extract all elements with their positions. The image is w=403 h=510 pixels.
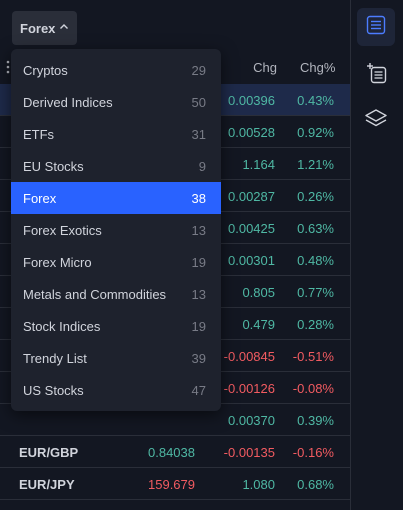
drag-handle-icon[interactable] [6, 60, 10, 77]
last-price-cell: 0.84038 [148, 445, 195, 460]
alerts-list-icon [363, 60, 389, 91]
change-cell: -0.00126 [223, 381, 275, 396]
change-cell: 0.00301 [228, 253, 275, 268]
last-price-cell: 159.679 [148, 477, 195, 492]
app-root: Forex Chg Chg% 0.00396 0.43% 0.00528 0.92% 1… [0, 0, 403, 510]
market-selector-button[interactable]: Forex [12, 11, 78, 45]
dropdown-item-count: 13 [191, 287, 206, 302]
dropdown-item-label: Trendy List [23, 351, 87, 366]
dropdown-item[interactable]: Derived Indices 50 [11, 86, 221, 118]
dropdown-item-label: US Stocks [23, 383, 84, 398]
symbol-cell: EUR/JPY [19, 477, 75, 492]
dropdown-item[interactable]: Forex 38 [11, 182, 221, 214]
dropdown-item-label: Forex [23, 191, 57, 206]
dropdown-item[interactable]: EU Stocks 9 [11, 150, 221, 182]
dropdown-item-count: 50 [191, 95, 206, 110]
change-cell: 0.00425 [228, 221, 275, 236]
change-cell: -0.00135 [223, 445, 275, 460]
change-percent-cell: 0.68% [297, 477, 334, 492]
dropdown-item-count: 19 [191, 255, 206, 270]
table-row[interactable]: EUR/GBP 0.84038 -0.00135 -0.16% [0, 436, 350, 468]
change-cell: 1.164 [242, 157, 275, 172]
change-percent-cell: 0.28% [297, 317, 334, 332]
dropdown-item[interactable]: ETFs 31 [11, 118, 221, 150]
right-toolbar [350, 0, 403, 510]
watchlist-icon [364, 13, 388, 42]
change-cell: 0.00528 [228, 125, 275, 140]
change-cell: 0.00396 [228, 93, 275, 108]
dropdown-item[interactable]: US Stocks 47 [11, 374, 221, 406]
change-percent-cell: -0.16% [292, 445, 334, 460]
chevron-up-icon [59, 23, 69, 34]
change-cell: 1.080 [242, 477, 275, 492]
dropdown-item[interactable]: Stock Indices 19 [11, 310, 221, 342]
dropdown-item-count: 31 [191, 127, 206, 142]
dropdown-item-label: Forex Exotics [23, 223, 102, 238]
dropdown-item-count: 9 [198, 159, 206, 174]
dropdown-item-label: EU Stocks [23, 159, 84, 174]
change-cell: 0.00287 [228, 189, 275, 204]
change-percent-cell: 1.21% [297, 157, 334, 172]
dropdown-item-label: Cryptos [23, 63, 68, 78]
change-cell: 0.00370 [228, 413, 275, 428]
dropdown-item-label: Forex Micro [23, 255, 92, 270]
dropdown-item-label: Stock Indices [23, 319, 101, 334]
change-cell: -0.00845 [223, 349, 275, 364]
dropdown-item-count: 19 [191, 319, 206, 334]
change-percent-cell: 0.39% [297, 413, 334, 428]
dropdown-item-count: 38 [191, 191, 206, 206]
dropdown-item-label: Derived Indices [23, 95, 113, 110]
column-header-chg[interactable]: Chg [251, 60, 277, 75]
dropdown-item[interactable]: Metals and Commodities 13 [11, 278, 221, 310]
dropdown-item-count: 39 [191, 351, 206, 366]
dropdown-item-label: Metals and Commodities [23, 287, 167, 302]
change-percent-cell: 0.63% [297, 221, 334, 236]
column-header-chg-percent[interactable]: Chg% [300, 60, 335, 75]
market-selector-label: Forex [20, 20, 56, 36]
table-row[interactable]: EUR/NOK11.68992-0.07820-0.66% [0, 500, 350, 510]
change-cell: 0.479 [242, 317, 275, 332]
change-percent-cell: 0.77% [297, 285, 334, 300]
table-row[interactable]: EUR/JPY 159.679 1.080 0.68% [0, 468, 350, 500]
change-cell: 0.805 [242, 285, 275, 300]
dropdown-item[interactable]: Cryptos 29 [11, 54, 221, 86]
layers-button[interactable] [357, 102, 395, 140]
dropdown-item[interactable]: Trendy List 39 [11, 342, 221, 374]
change-percent-cell: 0.26% [297, 189, 334, 204]
dropdown-item[interactable]: Forex Micro 19 [11, 246, 221, 278]
dropdown-item-count: 13 [191, 223, 206, 238]
change-percent-cell: -0.08% [292, 381, 334, 396]
symbol-cell: EUR/GBP [19, 445, 79, 460]
watchlist-button[interactable] [357, 8, 395, 46]
change-percent-cell: -0.51% [292, 349, 334, 364]
watchlist-header: Forex [0, 0, 350, 52]
dropdown-item-label: ETFs [23, 127, 55, 142]
change-percent-cell: 0.92% [297, 125, 334, 140]
dropdown-item-count: 47 [191, 383, 206, 398]
layers-icon [363, 106, 389, 137]
change-percent-cell: 0.48% [297, 253, 334, 268]
change-percent-cell: 0.43% [297, 93, 334, 108]
market-dropdown-menu: Cryptos 29 Derived Indices 50 ETFs 31 EU Stock… [11, 49, 221, 411]
dropdown-item-count: 29 [191, 63, 206, 78]
add-alert-list-button[interactable] [357, 56, 395, 94]
dropdown-item[interactable]: Forex Exotics 13 [11, 214, 221, 246]
